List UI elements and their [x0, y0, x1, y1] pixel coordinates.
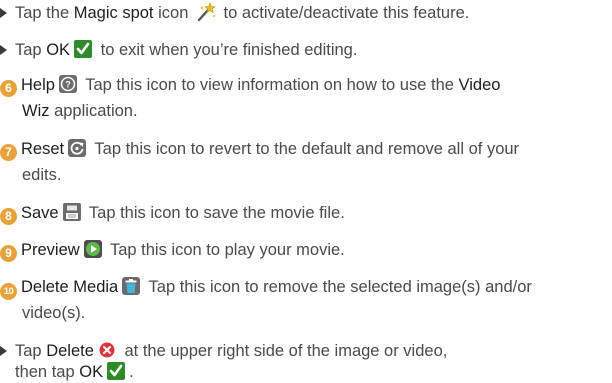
item-delete-media-cont: video(s).: [22, 304, 86, 322]
play-icon: [83, 240, 102, 258]
delete-x-icon: [99, 342, 115, 358]
help-icon: ?: [58, 75, 77, 93]
number-badge: 6: [0, 80, 17, 97]
number-badge: 8: [0, 208, 17, 225]
number-badge: 7: [0, 144, 17, 161]
magic-spot-label: Magic spot: [73, 4, 154, 22]
save-title: Save: [21, 204, 59, 222]
save-icon: [62, 203, 81, 221]
bullet-tap-delete-cont: then tap OK.: [15, 362, 134, 381]
svg-text:?: ?: [65, 80, 71, 90]
reset-icon: [68, 139, 87, 157]
item-save: 8 Save Tap this icon to save the movie fi…: [0, 202, 345, 225]
trash-icon: [122, 277, 141, 295]
item-preview: 9 Preview Tap this icon to play your movi…: [0, 239, 345, 262]
bullet-ok-exit: Tap OK to exit when you’re finished edit…: [0, 39, 357, 59]
reset-title: Reset: [21, 140, 65, 158]
ok-label: OK: [79, 363, 104, 381]
bullet-tap-delete: Tap Delete at the upper right side of th…: [0, 340, 447, 360]
delete-label: Delete: [46, 342, 94, 360]
item-reset: 7 Reset Tap this icon to revert to the de…: [0, 138, 519, 161]
item-delete-media: 10 Delete Media Tap this icon to remove t…: [0, 276, 532, 300]
bullet-triangle-icon: [0, 8, 7, 18]
ok-label: OK: [46, 41, 71, 59]
preview-title: Preview: [21, 241, 80, 259]
bullet-triangle-icon: [0, 45, 7, 55]
magic-wand-icon: [197, 2, 216, 22]
item-reset-cont: edits.: [22, 166, 62, 184]
delete-media-title: Delete Media: [21, 278, 119, 296]
help-title: Help: [21, 76, 55, 94]
checkmark-icon: [107, 362, 126, 380]
number-badge: 10: [0, 283, 17, 300]
item-help-cont: Wiz application.: [22, 102, 138, 120]
item-help: 6 Help? Tap this icon to view information…: [0, 74, 500, 97]
bullet-magic-spot: Tap the Magic spot icon to activate/deac…: [0, 2, 469, 22]
bullet-triangle-icon: [0, 346, 7, 356]
number-badge: 9: [0, 245, 17, 262]
checkmark-icon: [74, 40, 93, 58]
